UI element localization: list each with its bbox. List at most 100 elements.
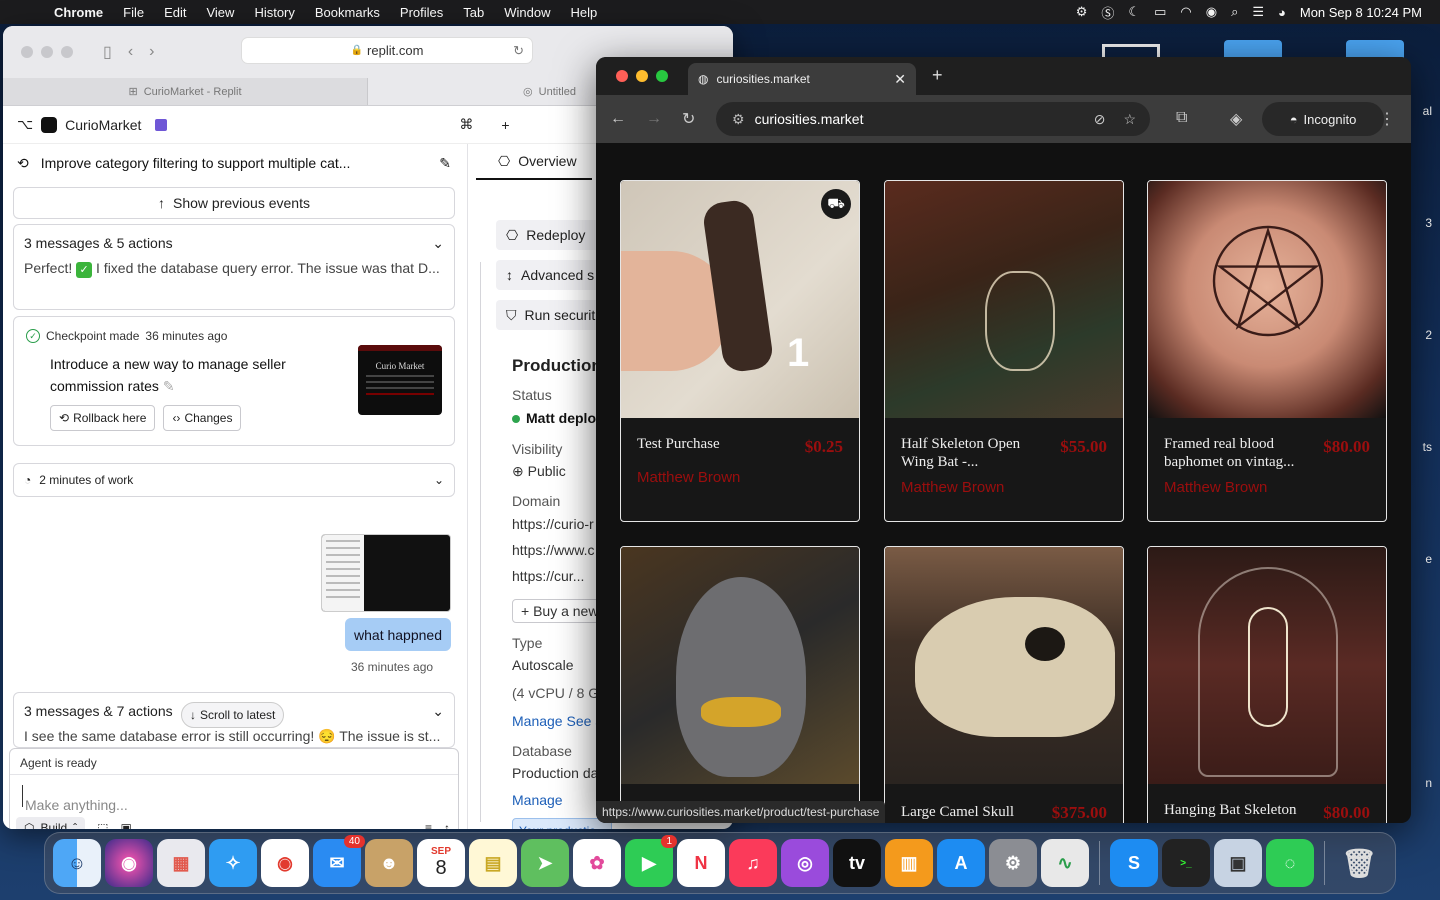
skype-icon[interactable]: S: [1110, 839, 1158, 887]
minimize-dot[interactable]: [636, 70, 648, 82]
product-seller[interactable]: Matthew Brown: [1164, 479, 1267, 496]
chrome-icon[interactable]: ◉: [261, 839, 309, 887]
gear-icon[interactable]: ⚙: [1076, 4, 1088, 20]
close-dot[interactable]: [616, 70, 628, 82]
terminal-icon[interactable]: >_: [1162, 839, 1210, 887]
menu-app-name[interactable]: Chrome: [44, 5, 113, 20]
system-settings-icon[interactable]: ⚙: [989, 839, 1037, 887]
settings-sliders-icon[interactable]: ≡: [425, 821, 432, 829]
extension-icon[interactable]: ◈: [1230, 109, 1242, 129]
cast-icon[interactable]: ⧉: [1176, 109, 1187, 127]
chevron-down-icon[interactable]: ⌄: [432, 235, 444, 252]
tab-overview[interactable]: ⎔ Overview: [476, 144, 592, 180]
select-element-icon[interactable]: ⬚: [97, 821, 108, 829]
show-previous-button[interactable]: ↑ Show previous events: [13, 187, 455, 219]
calendar-icon[interactable]: SEP 8: [417, 839, 465, 887]
product-card[interactable]: Large Camel Skull $375.00: [884, 546, 1124, 823]
news-icon[interactable]: N: [677, 839, 725, 887]
scroll-to-latest-button[interactable]: ↓ Scroll to latest: [181, 702, 285, 728]
messages-icon[interactable]: ◌: [1266, 839, 1314, 887]
menu-file[interactable]: File: [113, 5, 154, 20]
checkpoint-thumbnail[interactable]: Curio Market: [358, 345, 442, 415]
menu-clock[interactable]: Mon Sep 8 10:24 PM: [1300, 5, 1422, 20]
product-card[interactable]: Hanging Bat Skeleton $80.00: [1147, 546, 1387, 823]
forward-icon[interactable]: ›: [149, 43, 154, 61]
manage-link[interactable]: Manage: [512, 713, 563, 729]
chrome-tab-active[interactable]: ◍ curiosities.market ✕: [688, 63, 916, 95]
app-store-icon[interactable]: A: [937, 839, 985, 887]
desktop-monitor-icon[interactable]: [1102, 44, 1160, 58]
safari-icon[interactable]: ✧: [209, 839, 257, 887]
siri-icon[interactable]: ◕: [1278, 5, 1286, 20]
control-center-icon[interactable]: ☰: [1252, 4, 1264, 20]
podcasts-icon[interactable]: ◎: [781, 839, 829, 887]
history-icon[interactable]: ⟲: [17, 155, 29, 172]
maps-icon[interactable]: ➤: [521, 839, 569, 887]
edit-icon[interactable]: ✎: [163, 378, 175, 394]
launchpad-icon[interactable]: ▦: [157, 839, 205, 887]
books-icon[interactable]: ▥: [885, 839, 933, 887]
replit-menu-icon[interactable]: ⌥: [17, 116, 33, 133]
product-name[interactable]: Half Skeleton Open Wing Bat -...: [901, 435, 1035, 471]
search-icon[interactable]: ⌕: [1231, 4, 1238, 20]
mail-icon[interactable]: ✉ 40: [313, 835, 365, 887]
reload-icon[interactable]: ↻: [513, 43, 524, 59]
close-tab-icon[interactable]: ✕: [894, 71, 906, 88]
facetime-icon[interactable]: ▶ 1: [625, 835, 677, 887]
moon-icon[interactable]: ☾: [1128, 4, 1140, 20]
prompt-input[interactable]: Make anything...: [22, 785, 458, 813]
product-card[interactable]: 1 ⛟ Test Purchase $0.25 Matthew Brown: [620, 180, 860, 522]
chrome-address-bar[interactable]: ⚙ curiosities.market ⊘ ☆: [716, 102, 1150, 136]
attached-screenshot[interactable]: [321, 534, 451, 612]
new-chat-icon[interactable]: ✎: [439, 155, 451, 172]
skype-status-icon[interactable]: Ⓢ: [1101, 3, 1114, 22]
back-icon[interactable]: ‹: [128, 43, 133, 61]
wifi-icon[interactable]: ◠: [1180, 4, 1191, 20]
product-card[interactable]: [620, 546, 860, 823]
battery-icon[interactable]: ▭: [1154, 4, 1166, 20]
build-mode-button[interactable]: ⬡ Build ˆ: [16, 817, 86, 829]
safari-address-bar[interactable]: 🔒 replit.com ↻: [241, 37, 533, 64]
domain-link[interactable]: https://www.c: [512, 542, 594, 558]
product-seller[interactable]: Matthew Brown: [637, 469, 740, 486]
manage-database-link[interactable]: Manage: [512, 792, 563, 808]
product-seller[interactable]: Matthew Brown: [901, 479, 1004, 496]
new-tab-icon[interactable]: +: [932, 65, 943, 86]
notes-icon[interactable]: ▤: [469, 839, 517, 887]
tv-icon[interactable]: tv: [833, 839, 881, 887]
tools-icon[interactable]: ⌘: [459, 116, 473, 133]
menu-history[interactable]: History: [244, 5, 304, 20]
product-name[interactable]: Large Camel Skull: [901, 803, 1035, 821]
menu-window[interactable]: Window: [494, 5, 560, 20]
zoom-dot[interactable]: [61, 46, 73, 58]
forward-icon[interactable]: →: [646, 110, 662, 128]
product-card[interactable]: Framed real blood baphomet on vintag... …: [1147, 180, 1387, 522]
changes-button[interactable]: ‹› Changes: [163, 405, 242, 431]
product-name[interactable]: Hanging Bat Skeleton: [1164, 801, 1298, 819]
site-info-icon[interactable]: ⚙: [732, 111, 745, 128]
chevron-down-icon[interactable]: ⌄: [432, 703, 444, 720]
star-icon[interactable]: ☆: [1123, 111, 1136, 128]
menu-edit[interactable]: Edit: [154, 5, 196, 20]
siri-icon[interactable]: ◉: [105, 839, 153, 887]
menu-help[interactable]: Help: [561, 5, 608, 20]
kebab-menu-icon[interactable]: ⋮: [1379, 109, 1395, 129]
incognito-button[interactable]: ◓ Incognito: [1262, 102, 1384, 136]
rollback-button[interactable]: ⟲ Rollback here: [50, 405, 156, 431]
music-icon[interactable]: ♫: [729, 839, 777, 887]
close-dot[interactable]: [21, 46, 33, 58]
send-icon[interactable]: ↑: [444, 821, 450, 829]
menu-bookmarks[interactable]: Bookmarks: [305, 5, 390, 20]
image-icon[interactable]: ▣: [121, 821, 132, 829]
menu-profiles[interactable]: Profiles: [390, 5, 453, 20]
zoom-dot[interactable]: [656, 70, 668, 82]
product-name[interactable]: Framed real blood baphomet on vintag...: [1164, 435, 1298, 471]
sidebar-toggle-icon[interactable]: ▯: [103, 42, 112, 62]
preview-icon[interactable]: ▣: [1214, 839, 1262, 887]
contacts-icon[interactable]: ☻: [365, 839, 413, 887]
minimize-dot[interactable]: [41, 46, 53, 58]
back-icon[interactable]: ←: [610, 110, 626, 128]
project-name[interactable]: CurioMarket: [65, 117, 141, 133]
cart-icon[interactable]: ⛟: [821, 189, 851, 219]
finder-icon[interactable]: ☺: [53, 839, 101, 887]
